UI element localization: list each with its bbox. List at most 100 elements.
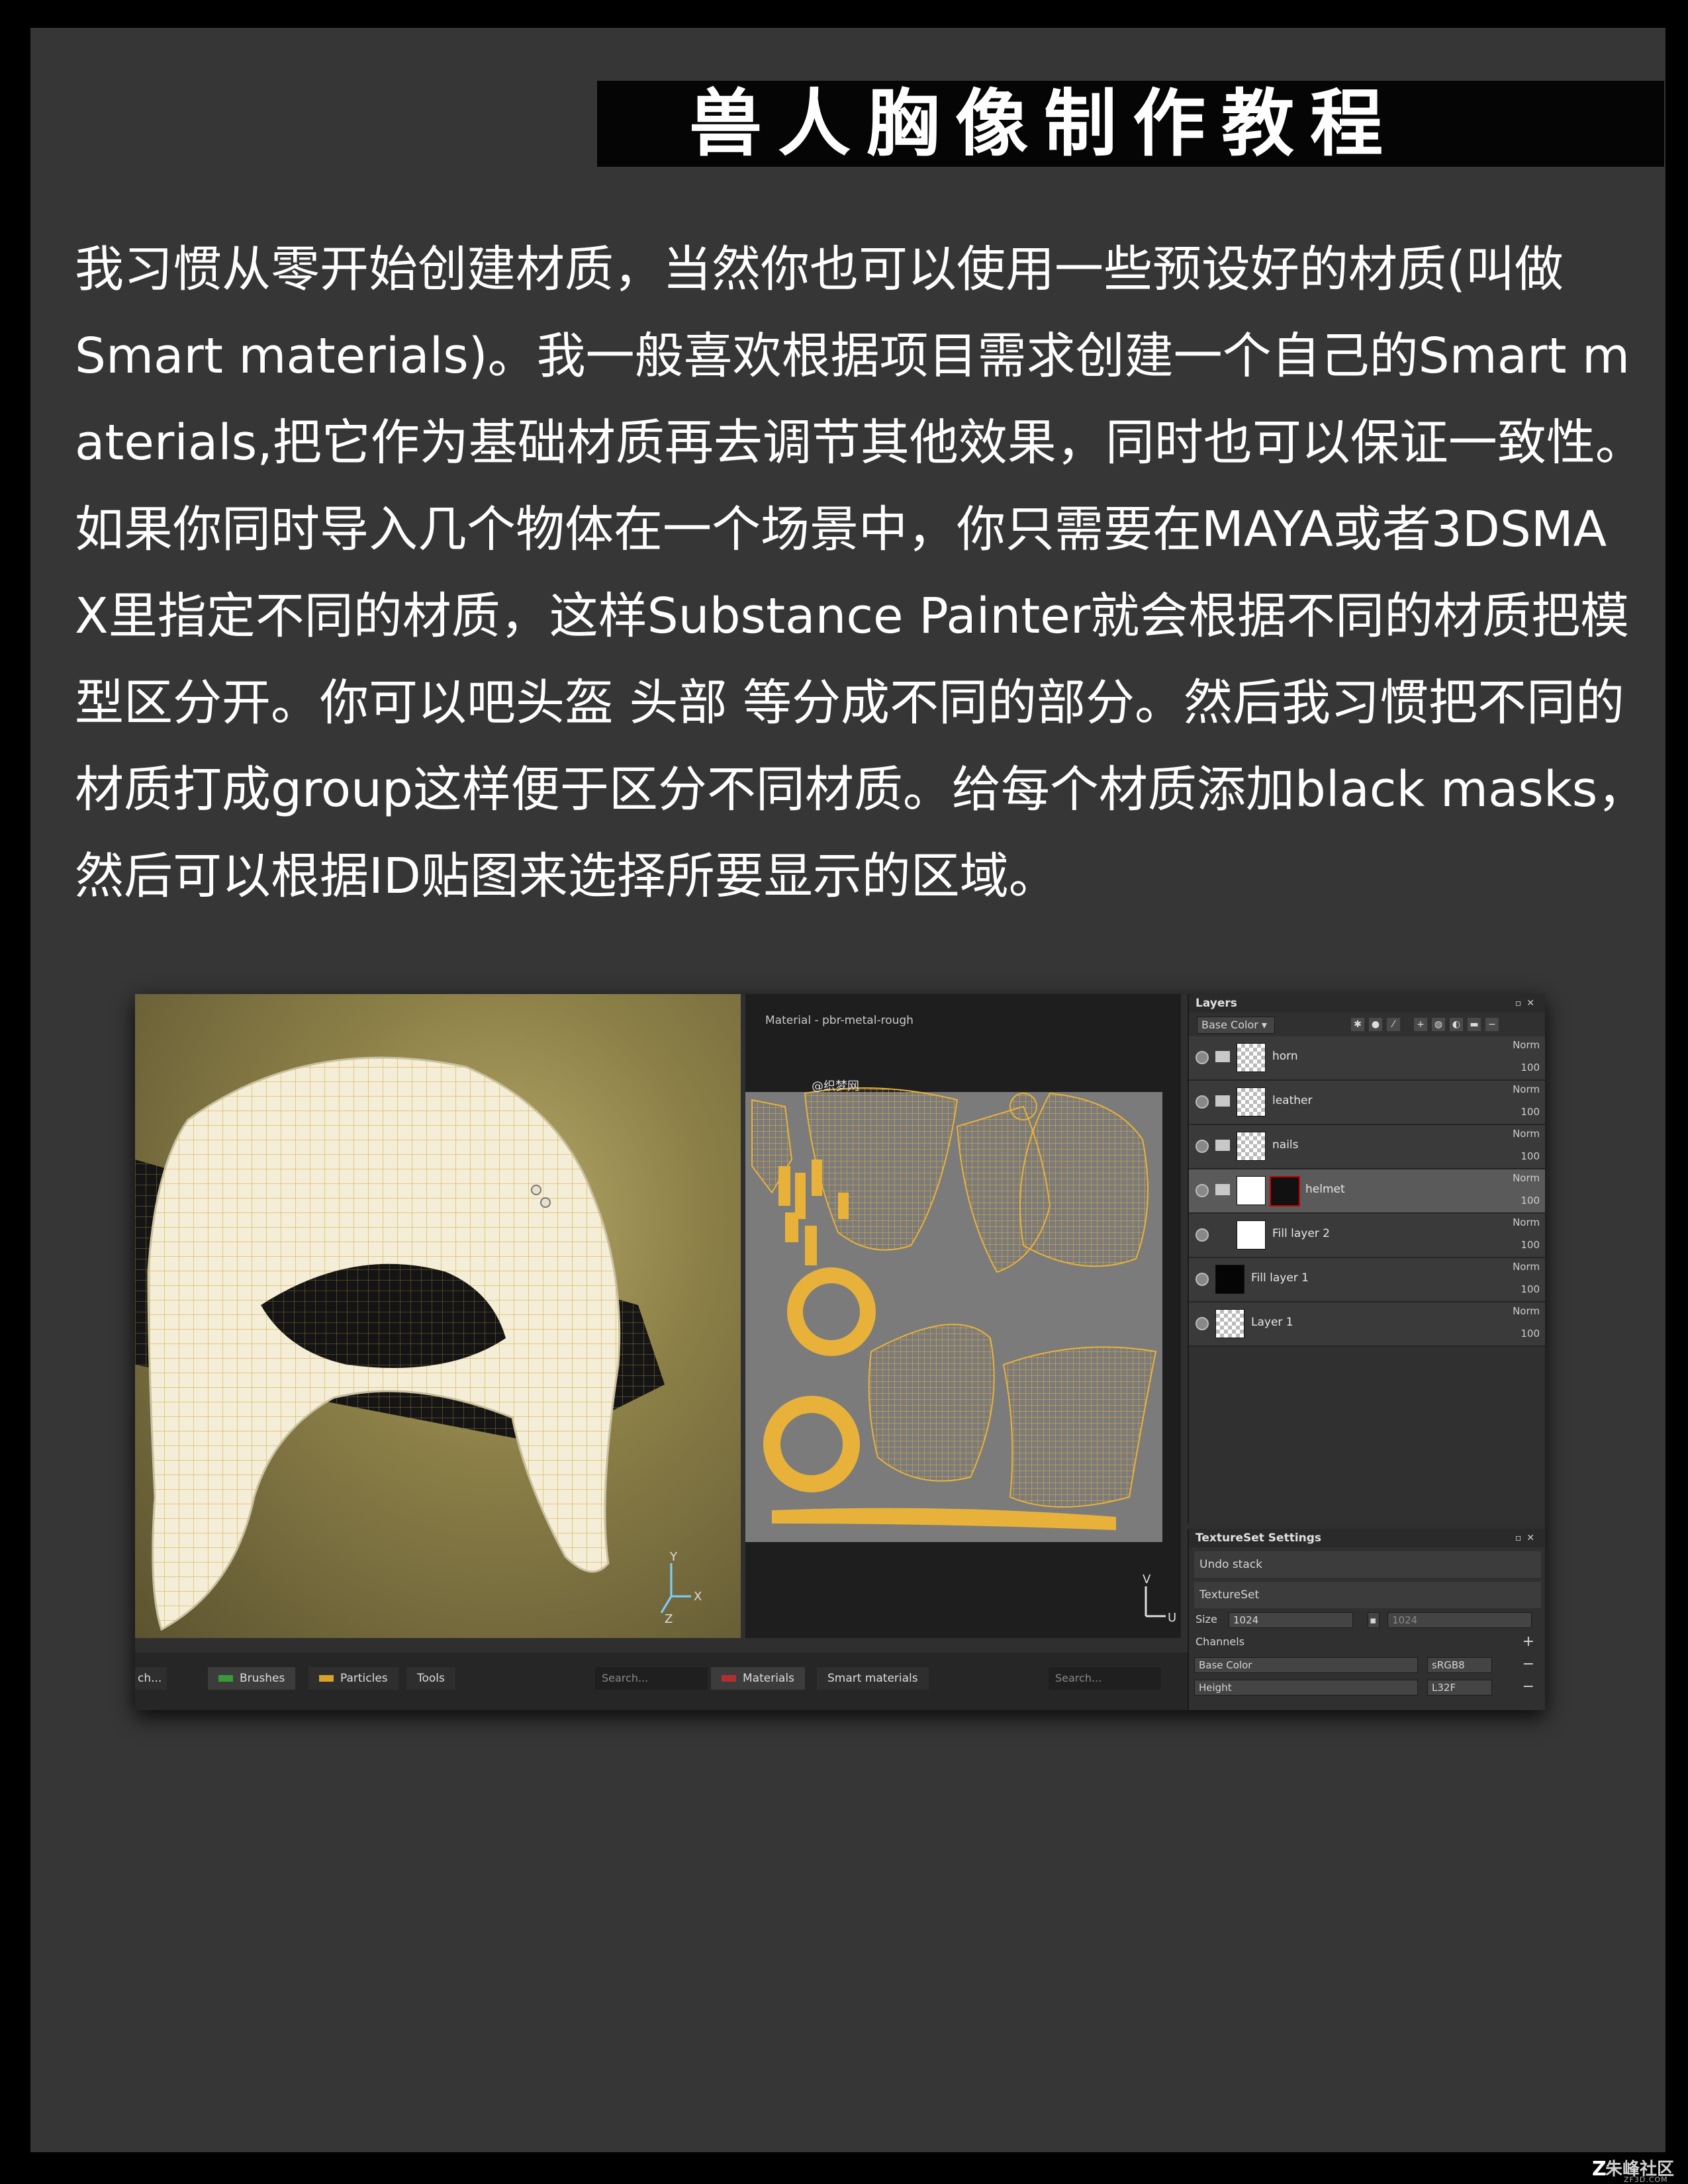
substance-painter-screenshot: Y X Z Material - pbr-metal-rough V U @织梦… bbox=[135, 994, 1545, 1710]
shelf-search-input-left[interactable]: Search... bbox=[595, 1667, 708, 1690]
layers-panel: Layers ▫✕ Base Color ▾ ✱ ● ⁄ + ◍ ◐ ▬ − h… bbox=[1188, 994, 1545, 1524]
body-line: aterials,把它作为基础材质再去调节其他效果，同时也可以保证一致性。 bbox=[75, 414, 1644, 471]
layer-row[interactable]: nails Norm 100 bbox=[1189, 1125, 1545, 1169]
visibility-eye-icon[interactable] bbox=[1196, 1095, 1209, 1109]
axis-z-label: Z bbox=[665, 1612, 673, 1626]
shelf-search-stub[interactable]: ch... bbox=[135, 1667, 167, 1690]
size-dropdown-2[interactable]: 1024 bbox=[1387, 1612, 1532, 1628]
folder-icon bbox=[1215, 1051, 1230, 1062]
undo-stack-section[interactable]: Undo stack bbox=[1194, 1551, 1541, 1578]
blend-mode[interactable]: Norm bbox=[1513, 1083, 1540, 1095]
axis-u-label: U bbox=[1168, 1611, 1176, 1625]
channel-name: Height bbox=[1194, 1680, 1418, 1696]
blend-mode[interactable]: Norm bbox=[1513, 1172, 1540, 1184]
channel-name: Base Color bbox=[1194, 1657, 1418, 1673]
layers-panel-title: Layers bbox=[1196, 997, 1237, 1010]
size-dropdown[interactable]: 1024 bbox=[1229, 1612, 1353, 1628]
visibility-eye-icon[interactable] bbox=[1196, 1317, 1209, 1330]
layer-row[interactable]: leather Norm 100 bbox=[1189, 1081, 1545, 1125]
uv-layout: V U @织梦网 bbox=[745, 1079, 1176, 1625]
add-channel-icon[interactable]: + bbox=[1523, 1631, 1534, 1653]
page-title: 兽人胸像制作教程 bbox=[689, 81, 1399, 166]
channel-list: Base Color sRGB8 − Height L32F − bbox=[1189, 1653, 1545, 1698]
visibility-eye-icon[interactable] bbox=[1196, 1228, 1209, 1242]
layer-opacity[interactable]: 100 bbox=[1521, 1195, 1540, 1206]
layer-name: Fill layer 1 bbox=[1251, 1271, 1309, 1285]
shelf-search-input-right[interactable]: Search... bbox=[1049, 1667, 1161, 1690]
layer-opacity[interactable]: 100 bbox=[1521, 1106, 1540, 1118]
size-label: Size bbox=[1196, 1613, 1217, 1625]
remove-channel-icon[interactable]: − bbox=[1523, 1653, 1534, 1676]
watermark-logo: Z bbox=[1592, 2158, 1607, 2181]
watermark-url: ZF3D.COM bbox=[1624, 2175, 1668, 2184]
axis-y-label: Y bbox=[669, 1550, 678, 1564]
mask-icon[interactable]: ● bbox=[1369, 1018, 1382, 1031]
mask-thumbnail[interactable] bbox=[1270, 1176, 1300, 1206]
channels-label: Channels bbox=[1196, 1635, 1245, 1648]
channel-row: Base Color sRGB8 − bbox=[1189, 1653, 1545, 1676]
layer-thumbnail bbox=[1215, 1265, 1244, 1294]
layer-row[interactable]: Layer 1 Norm 100 bbox=[1189, 1302, 1545, 1347]
layer-row[interactable]: helmet Norm 100 bbox=[1189, 1169, 1545, 1214]
axis-gizmo-3d bbox=[660, 1563, 691, 1614]
layer-row[interactable]: Fill layer 2 Norm 100 bbox=[1189, 1214, 1545, 1258]
blend-mode[interactable]: Norm bbox=[1513, 1128, 1540, 1140]
blend-mode[interactable]: Norm bbox=[1513, 1305, 1540, 1317]
visibility-eye-icon[interactable] bbox=[1196, 1140, 1209, 1153]
layer-opacity[interactable]: 100 bbox=[1521, 1062, 1540, 1073]
textureset-section[interactable]: TextureSet bbox=[1194, 1582, 1541, 1608]
viewport-material-label: Material - pbr-metal-rough bbox=[765, 1014, 914, 1027]
layer-name: nails bbox=[1272, 1138, 1299, 1152]
textureset-panel-header: TextureSet Settings ▫✕ bbox=[1189, 1529, 1545, 1547]
body-paragraph: 我习惯从零开始创建材质，当然你也可以使用一些预设好的材质(叫做 Smart ma… bbox=[75, 226, 1647, 920]
channels-row: Channels + bbox=[1189, 1631, 1545, 1653]
tab-brushes[interactable]: Brushes bbox=[208, 1667, 296, 1690]
viewport-watermark: @织梦网 bbox=[812, 1079, 859, 1093]
layer-opacity[interactable]: 100 bbox=[1521, 1328, 1540, 1340]
blend-mode[interactable]: Norm bbox=[1513, 1039, 1540, 1051]
brush-icon[interactable]: ⁄ bbox=[1387, 1018, 1400, 1031]
layer-thumbnail bbox=[1237, 1043, 1266, 1072]
layer-name: leather bbox=[1272, 1094, 1313, 1107]
3d-viewport[interactable]: Y X Z bbox=[135, 994, 741, 1638]
visibility-eye-icon[interactable] bbox=[1196, 1273, 1209, 1286]
layer-opacity[interactable]: 100 bbox=[1521, 1150, 1540, 1162]
layer-opacity[interactable]: 100 bbox=[1521, 1239, 1540, 1251]
add-mask-icon[interactable]: ◐ bbox=[1450, 1018, 1463, 1031]
effects-icon[interactable]: ✱ bbox=[1351, 1018, 1364, 1031]
delete-layer-icon[interactable]: − bbox=[1485, 1018, 1499, 1031]
add-folder-icon[interactable]: ▬ bbox=[1468, 1018, 1481, 1031]
add-layer-icon[interactable]: + bbox=[1414, 1018, 1427, 1031]
tab-smart-materials[interactable]: Smart materials bbox=[817, 1667, 929, 1690]
lock-icon[interactable]: ▪ bbox=[1368, 1612, 1380, 1628]
axis-v-label: V bbox=[1143, 1572, 1151, 1586]
layer-thumbnail bbox=[1237, 1176, 1266, 1205]
visibility-eye-icon[interactable] bbox=[1196, 1051, 1209, 1064]
textureset-settings-panel: TextureSet Settings ▫✕ Undo stack Textur… bbox=[1188, 1529, 1545, 1710]
add-fill-layer-icon[interactable]: ◍ bbox=[1432, 1018, 1445, 1031]
channel-dropdown[interactable]: Base Color ▾ bbox=[1197, 1017, 1275, 1034]
body-line: 如果你同时导入几个物体在一个场景中，你只需要在MAYA或者3DSMA bbox=[75, 501, 1607, 558]
layers-toolbar: Base Color ▾ ✱ ● ⁄ + ◍ ◐ ▬ − bbox=[1189, 1013, 1545, 1036]
body-line: 材质打成group这样便于区分不同材质。给每个材质添加black masks， bbox=[75, 761, 1647, 818]
tab-tools[interactable]: Tools bbox=[406, 1667, 455, 1690]
channel-format-dropdown[interactable]: sRGB8 bbox=[1427, 1657, 1492, 1673]
blend-mode[interactable]: Norm bbox=[1513, 1261, 1540, 1273]
2d-uv-viewport[interactable]: Material - pbr-metal-rough V U @织梦网 bbox=[745, 994, 1181, 1638]
panel-float-close-icon[interactable]: ▫✕ bbox=[1515, 994, 1540, 1013]
layer-row[interactable]: Fill layer 1 Norm 100 bbox=[1189, 1258, 1545, 1302]
layer-opacity[interactable]: 100 bbox=[1521, 1283, 1540, 1295]
tab-materials[interactable]: Materials bbox=[711, 1667, 805, 1690]
layer-thumbnail bbox=[1237, 1220, 1266, 1250]
remove-channel-icon[interactable]: − bbox=[1523, 1676, 1534, 1698]
channel-format-dropdown[interactable]: L32F bbox=[1427, 1680, 1492, 1696]
panel-float-close-icon[interactable]: ▫✕ bbox=[1515, 1529, 1540, 1547]
layer-row[interactable]: horn Norm 100 bbox=[1189, 1036, 1545, 1081]
body-line: X里指定不同的材质，这样Substance Painter就会根据不同的材质把模 bbox=[75, 588, 1630, 645]
blend-mode[interactable]: Norm bbox=[1513, 1216, 1540, 1228]
visibility-eye-icon[interactable] bbox=[1196, 1184, 1209, 1197]
tab-particles[interactable]: Particles bbox=[308, 1667, 399, 1690]
layer-name: horn bbox=[1272, 1050, 1298, 1063]
folder-icon bbox=[1215, 1140, 1230, 1151]
layer-list: horn Norm 100 leather Norm 100 nails Norm 100 hel… bbox=[1189, 1036, 1545, 1347]
